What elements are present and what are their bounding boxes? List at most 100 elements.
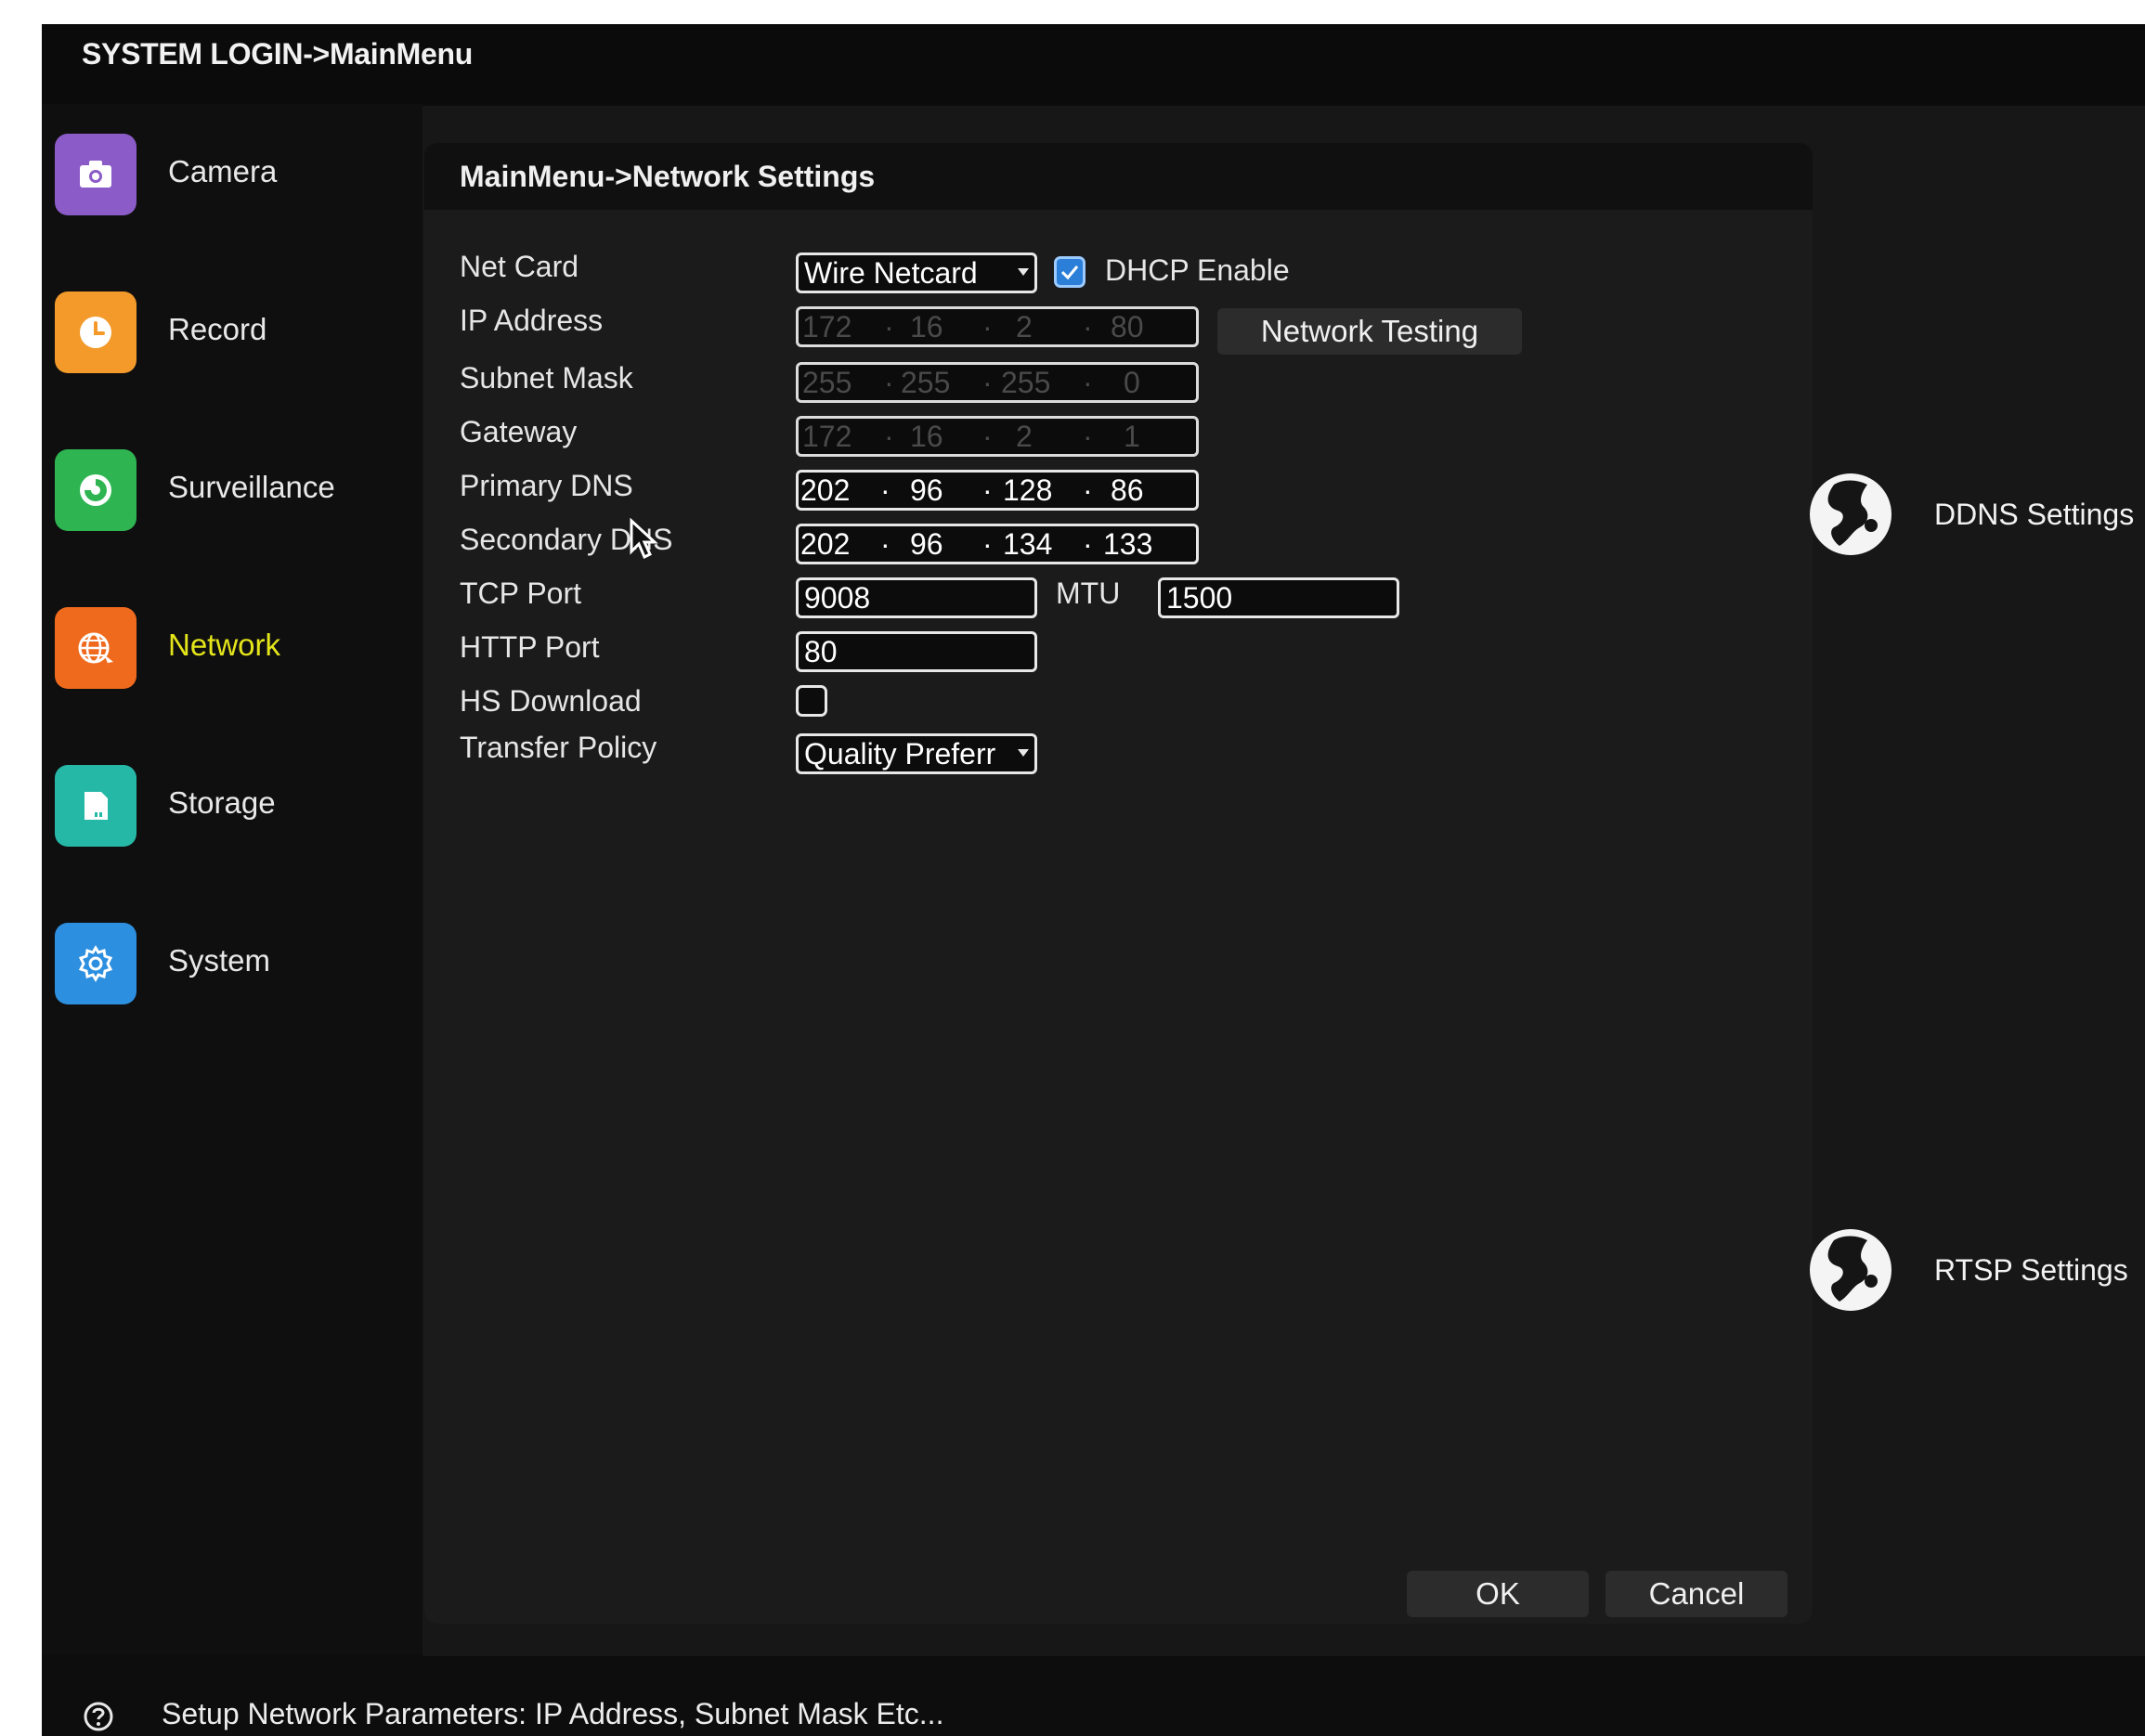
ip-separator: ·: [884, 366, 894, 399]
clock-icon: [55, 291, 136, 373]
http-port-value: 80: [804, 635, 838, 668]
ip-separator: ·: [982, 473, 993, 507]
tcp-port-label: TCP Port: [460, 577, 581, 610]
ip-separator: ·: [880, 473, 890, 507]
ip-octet: 1: [1124, 420, 1140, 453]
sidebar-item-label: System: [168, 943, 271, 978]
sidebar-item-surveillance[interactable]: Surveillance: [55, 449, 408, 533]
dialog-title: MainMenu->Network Settings: [460, 160, 876, 193]
subnet-mask-field[interactable]: 255 · 255 · 255 · 0: [796, 362, 1199, 403]
sidebar-item-label: Record: [168, 312, 267, 346]
sidebar-item-network[interactable]: Network: [55, 607, 408, 691]
ddns-settings-link[interactable]: DDNS Settings: [1806, 470, 2140, 563]
ip-octet: 0: [1124, 366, 1140, 399]
ip-octet: 96: [910, 527, 943, 561]
hs-download-label: HS Download: [460, 684, 642, 718]
ddns-settings-label: DDNS Settings: [1934, 498, 2135, 531]
mtu-label: MTU: [1056, 577, 1121, 610]
mtu-value: 1500: [1166, 581, 1233, 615]
gateway-field[interactable]: 172 · 16 · 2 · 1: [796, 416, 1199, 457]
ip-separator: ·: [1083, 420, 1093, 453]
network-testing-button[interactable]: Network Testing: [1217, 308, 1522, 355]
ip-separator: ·: [1083, 527, 1093, 561]
network-settings-dialog: MainMenu->Network Settings Net Card IP A…: [424, 143, 1813, 1624]
hs-download-checkbox[interactable]: [796, 685, 827, 717]
gear-icon: [55, 923, 136, 1004]
ip-octet: 133: [1103, 527, 1153, 561]
ip-octet: 86: [1111, 473, 1144, 507]
window-title: SYSTEM LOGIN->MainMenu: [82, 37, 473, 71]
sidebar-item-system[interactable]: System: [55, 923, 408, 1006]
sidebar-item-storage[interactable]: Storage: [55, 765, 408, 849]
sidebar-item-label: Network: [168, 628, 281, 662]
ip-octet: 2: [1016, 310, 1033, 343]
primary-dns-field[interactable]: 202 · 96 · 128 · 86: [796, 470, 1199, 511]
transfer-policy-select[interactable]: Quality Preferr: [796, 733, 1037, 774]
status-bar: Setup Network Parameters: IP Address, Su…: [42, 1656, 2145, 1736]
sidebar: Camera Record Surveillance Network Stora…: [42, 104, 422, 1654]
sidebar-item-record[interactable]: Record: [55, 291, 408, 375]
ip-separator: ·: [1083, 310, 1093, 343]
ip-octet: 80: [1111, 310, 1144, 343]
ip-address-label: IP Address: [460, 304, 604, 337]
ip-octet: 96: [910, 473, 943, 507]
subnet-mask-label: Subnet Mask: [460, 361, 633, 395]
ip-octet: 202: [800, 527, 851, 561]
ip-separator: ·: [982, 310, 993, 343]
dhcp-enable-label: DHCP Enable: [1105, 253, 1290, 287]
dialog-header: MainMenu->Network Settings: [424, 143, 1813, 210]
ip-octet: 255: [1001, 366, 1051, 399]
ip-octet: 134: [1003, 527, 1053, 561]
storage-icon: [55, 765, 136, 847]
transfer-policy-label: Transfer Policy: [460, 731, 657, 764]
sidebar-item-label: Camera: [168, 154, 278, 188]
rtsp-settings-link[interactable]: RTSP Settings: [1806, 1225, 2140, 1318]
http-port-label: HTTP Port: [460, 630, 600, 664]
globe-icon: [1810, 1229, 1892, 1311]
status-help-text: Setup Network Parameters: IP Address, Su…: [162, 1697, 944, 1730]
tcp-port-field[interactable]: 9008: [796, 577, 1037, 618]
ip-separator: ·: [982, 366, 993, 399]
sidebar-item-camera[interactable]: Camera: [55, 134, 408, 217]
ok-button[interactable]: OK: [1407, 1571, 1589, 1617]
ip-octet: 255: [802, 366, 852, 399]
http-port-field[interactable]: 80: [796, 631, 1037, 672]
cancel-button[interactable]: Cancel: [1606, 1571, 1788, 1617]
gateway-label: Gateway: [460, 415, 578, 448]
ip-separator: ·: [1083, 473, 1093, 507]
chevron-down-icon: [1018, 749, 1029, 757]
primary-dns-label: Primary DNS: [460, 469, 633, 502]
dhcp-enable-checkbox[interactable]: [1054, 256, 1086, 288]
ip-separator: ·: [880, 527, 890, 561]
mtu-field[interactable]: 1500: [1158, 577, 1399, 618]
title-bar: SYSTEM LOGIN->MainMenu: [42, 24, 2145, 104]
net-card-select[interactable]: Wire Netcard: [796, 253, 1037, 293]
net-card-value: Wire Netcard: [804, 256, 978, 290]
ip-octet: 172: [802, 310, 852, 343]
ip-separator: ·: [884, 420, 894, 453]
ip-separator: ·: [884, 310, 894, 343]
ip-octet: 255: [901, 366, 951, 399]
ip-address-field[interactable]: 172 · 16 · 2 · 80: [796, 306, 1199, 347]
ip-octet: 202: [800, 473, 851, 507]
ip-separator: ·: [1083, 366, 1093, 399]
ip-octet: 2: [1016, 420, 1033, 453]
dvr-screen: SYSTEM LOGIN->MainMenu Camera Record Sur…: [42, 24, 2145, 1736]
net-card-label: Net Card: [460, 250, 579, 283]
secondary-dns-field[interactable]: 202 · 96 · 134 · 133: [796, 524, 1199, 564]
tcp-port-value: 9008: [804, 581, 871, 615]
camera-icon: [55, 134, 136, 215]
ip-separator: ·: [982, 527, 993, 561]
sidebar-item-label: Surveillance: [168, 470, 335, 504]
ip-octet: 16: [910, 420, 943, 453]
transfer-policy-value: Quality Preferr: [804, 737, 996, 771]
checkmark-icon: [1060, 266, 1079, 280]
sidebar-item-label: Storage: [168, 785, 276, 820]
ip-octet: 16: [910, 310, 943, 343]
ip-octet: 128: [1003, 473, 1053, 507]
network-globe-icon: [55, 607, 136, 689]
ip-separator: ·: [982, 420, 993, 453]
mouse-cursor-icon: [630, 518, 658, 560]
globe-icon: [1810, 473, 1892, 555]
surveillance-icon: [55, 449, 136, 531]
